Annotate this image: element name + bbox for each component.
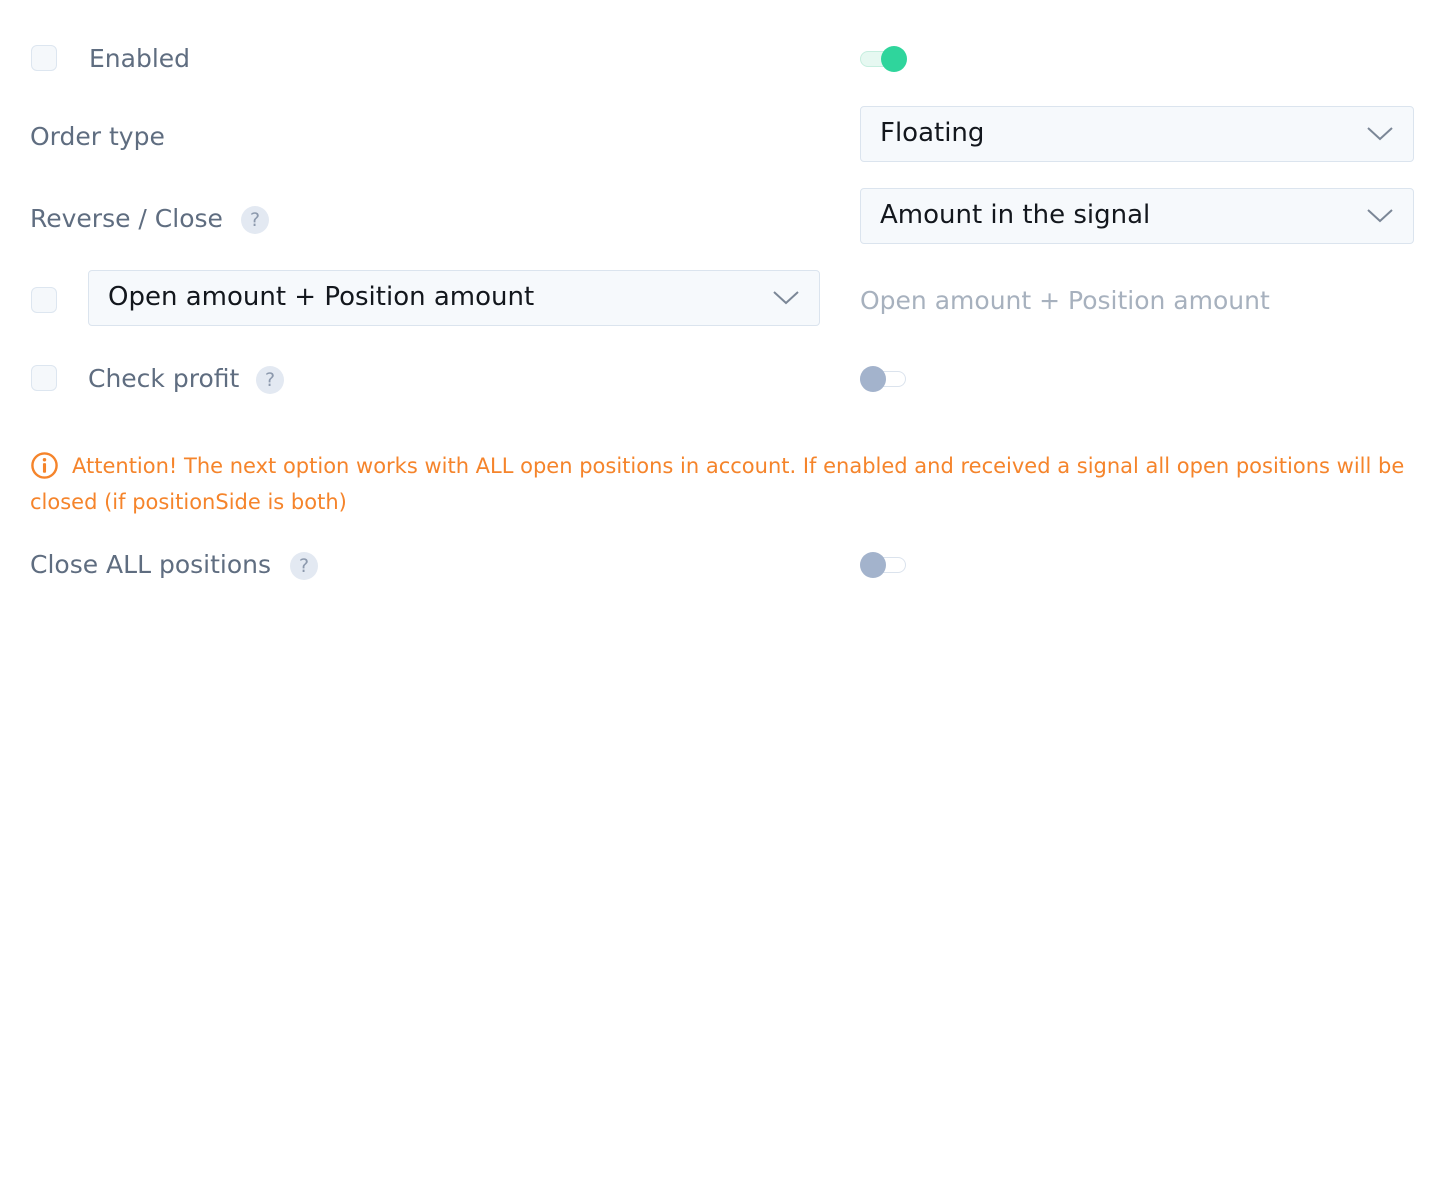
check-profit-label: Check profit: [88, 364, 240, 393]
toggle-knob: [860, 552, 886, 578]
amount-mode-checkbox[interactable]: [31, 287, 57, 313]
chevron-down-icon: [773, 291, 799, 305]
check-profit-toggle[interactable]: [860, 365, 908, 393]
toggle-knob: [860, 366, 886, 392]
check-profit-checkbox[interactable]: [31, 365, 57, 391]
enabled-label: Enabled: [89, 44, 191, 73]
chevron-down-icon: [1367, 209, 1393, 223]
info-circle-icon: [31, 452, 58, 479]
attention-text: Attention! The next option works with AL…: [30, 454, 1405, 514]
chevron-down-icon: [1367, 127, 1393, 141]
order-type-label: Order type: [30, 122, 165, 151]
order-type-select[interactable]: Floating: [860, 106, 1414, 162]
close-all-label: Close ALL positions: [30, 550, 272, 579]
close-all-help-icon[interactable]: ?: [290, 552, 318, 580]
reverse-close-label: Reverse / Close: [30, 204, 223, 233]
reverse-close-help-icon[interactable]: ?: [241, 206, 269, 234]
amount-mode-select[interactable]: Open amount + Position amount: [88, 270, 820, 326]
reverse-close-value: Amount in the signal: [880, 200, 1151, 230]
enabled-toggle[interactable]: [860, 45, 908, 73]
enabled-checkbox[interactable]: [31, 45, 57, 71]
amount-mode-preview: Open amount + Position amount: [860, 286, 1270, 315]
attention-warning: Attention! The next option works with AL…: [30, 448, 1415, 520]
check-profit-help-icon[interactable]: ?: [256, 366, 284, 394]
amount-mode-value: Open amount + Position amount: [108, 282, 535, 312]
order-type-value: Floating: [880, 118, 985, 148]
toggle-knob: [881, 46, 907, 72]
close-all-toggle[interactable]: [860, 551, 908, 579]
reverse-close-select[interactable]: Amount in the signal: [860, 188, 1414, 244]
